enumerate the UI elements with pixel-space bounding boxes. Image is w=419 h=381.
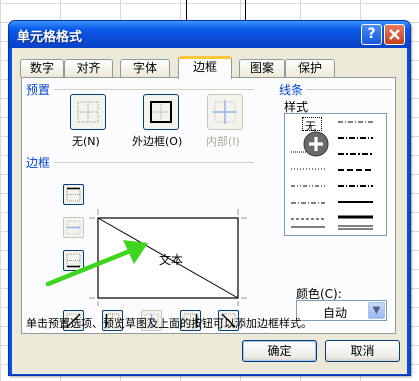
dialog-client-area: 数字 对齐 字体 边框 图案 保护 预置 无(N) 外边框(O) 内部(I) 边… — [12, 48, 407, 374]
help-button[interactable]: ? — [361, 24, 382, 45]
tab-alignment[interactable]: 对齐 — [64, 59, 113, 77]
line-style-list[interactable]: 无 — [284, 113, 387, 236]
preset-none-button[interactable] — [70, 94, 106, 130]
hint-text: 单击预置选项、预览草图及上面的按钮可以添加边框样式。 — [26, 317, 312, 330]
presets-group-label: 预置 — [26, 83, 51, 97]
format-cells-dialog: 单元格格式 ? 数字 对齐 字体 边框 图案 保护 预置 无(N) 外边框(O)… — [8, 20, 411, 376]
preview-text: 文本 — [159, 253, 184, 267]
selected-line-style-outline — [302, 117, 322, 131]
column-divider — [245, 0, 246, 22]
dialog-title: 单元格格式 — [17, 30, 83, 45]
line-style-samples — [291, 121, 373, 230]
preset-outline-button[interactable] — [143, 94, 179, 130]
tab-number[interactable]: 数字 — [20, 59, 64, 77]
preset-outline-icon — [150, 101, 172, 123]
close-button[interactable] — [384, 24, 405, 45]
line-group-label: 线条 — [279, 83, 304, 97]
title-bar[interactable]: 单元格格式 ? — [9, 21, 410, 48]
presets-separator — [54, 89, 254, 90]
tab-font[interactable]: 字体 — [120, 59, 170, 77]
plus-cursor-icon — [303, 131, 329, 157]
line-separator — [306, 89, 392, 90]
ok-button[interactable]: 确定 — [242, 340, 317, 362]
border-group-label: 边框 — [26, 156, 51, 170]
preset-inside-label: 内部(I) — [206, 135, 240, 148]
tab-protection[interactable]: 保护 — [285, 59, 335, 77]
tab-patterns[interactable]: 图案 — [239, 59, 285, 77]
close-icon — [389, 29, 400, 40]
preset-outline-label: 外边框(O) — [132, 135, 183, 148]
preset-inside-icon — [213, 100, 237, 124]
preset-none-icon — [77, 101, 99, 123]
cancel-button[interactable]: 取消 — [325, 340, 400, 362]
border-tab-panel: 预置 无(N) 外边框(O) 内部(I) 边框 文本 线条 样式 无 颜色(C)… — [21, 77, 396, 334]
border-top-icon — [66, 187, 81, 202]
tab-border[interactable]: 边框 — [178, 56, 232, 79]
column-divider — [186, 0, 187, 22]
preset-inside-button[interactable] — [207, 94, 243, 130]
green-pointer-arrow — [45, 240, 148, 287]
preset-none-label: 无(N) — [72, 135, 100, 148]
border-top-button[interactable] — [63, 184, 84, 205]
border-separator — [54, 162, 254, 163]
